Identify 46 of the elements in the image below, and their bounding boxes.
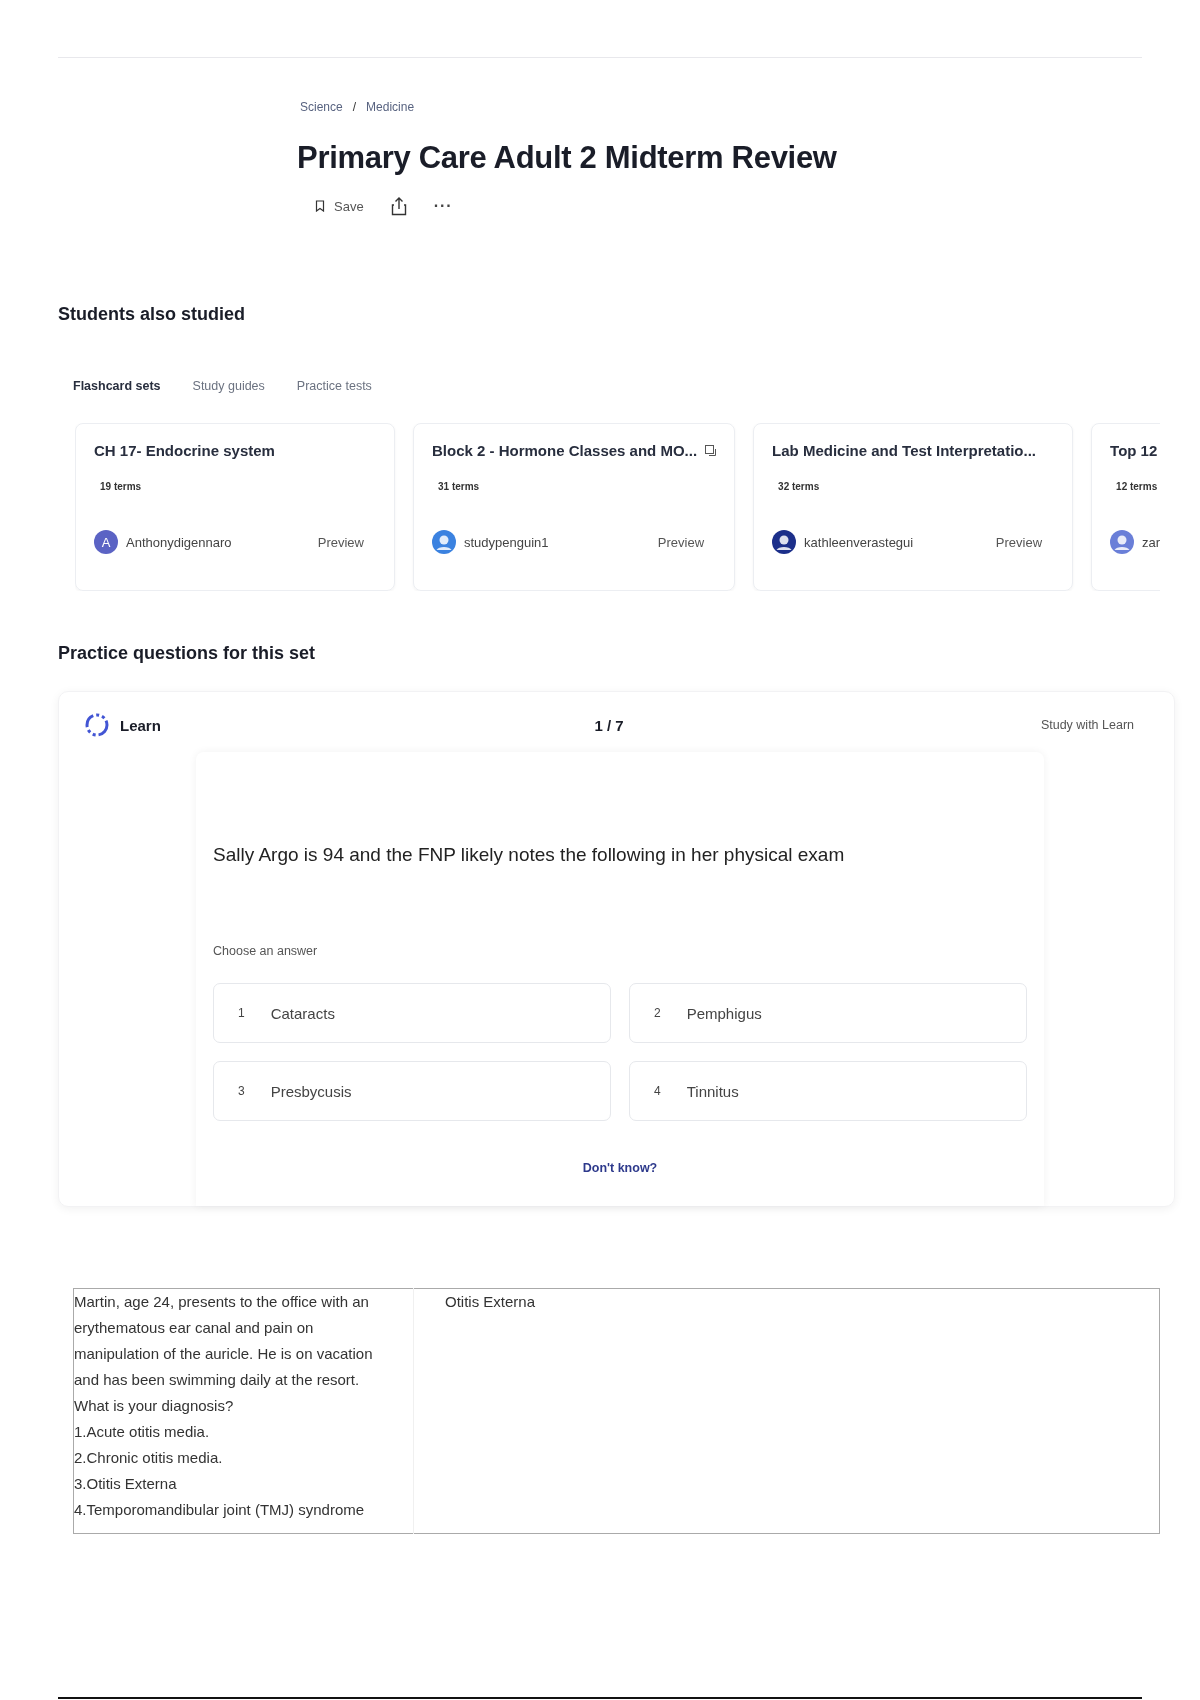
term-count: 31 terms (437, 481, 481, 492)
set-title: Block 2 - Hormone Classes and MO... (432, 442, 698, 459)
author-name[interactable]: kathleenverastegui (804, 534, 988, 550)
breadcrumb-link[interactable]: Medicine (366, 100, 415, 114)
set-title: Lab Medicine and Test Interpretatio... (772, 442, 1036, 459)
share-button[interactable] (389, 196, 408, 216)
author-name[interactable]: Anthonydigennaro (126, 534, 310, 550)
flashcard-set-card[interactable]: CH 17- Endocrine system 19 terms A Anthonydigennaro Preview (75, 423, 395, 591)
section-heading: Students also studied (57, 304, 247, 325)
dont-know-link[interactable]: Don't know? (582, 1161, 658, 1175)
definition-cell: Otitis Externa (413, 1288, 1160, 1534)
answer-option[interactable]: 1 Cataracts (213, 983, 611, 1043)
set-title: Top 12 (1110, 442, 1158, 459)
set-title: CH 17- Endocrine system (94, 442, 275, 459)
term-count: 12 terms (1115, 481, 1159, 492)
term-count: 32 terms (777, 481, 821, 492)
preview-button[interactable]: Preview (317, 534, 364, 550)
page-title: Primary Care Adult 2 Midterm Review (297, 140, 838, 176)
answer-option[interactable]: 4 Tinnitus (629, 1061, 1027, 1121)
term-count: 19 terms (99, 481, 143, 492)
author-name[interactable]: zar (1142, 534, 1160, 550)
flashcard-set-card[interactable]: Lab Medicine and Test Interpretatio... 32 terms kathleenverastegui Preview (753, 423, 1074, 591)
question-text: Sally Argo is 94 and the FNP likely notes the following in her physical exam (213, 844, 846, 866)
bookmark-icon (315, 200, 325, 212)
author-name[interactable]: studypenguin1 (464, 534, 650, 550)
save-button[interactable]: Save (315, 198, 364, 214)
more-button[interactable]: ··· (433, 197, 453, 215)
flashcard-set-card[interactable]: Top 12 12 terms zar (1091, 423, 1160, 591)
progress-counter: 1 / 7 (594, 716, 624, 734)
preview-button[interactable]: Preview (657, 534, 705, 550)
flashcard-set-card[interactable]: Block 2 - Hormone Classes and MO... 31 terms studypenguin1 Preview (413, 423, 736, 591)
answer-option[interactable]: 3 Presbycusis (213, 1061, 611, 1121)
study-link[interactable]: Study with Learn (834, 718, 1134, 732)
learn-icon (84, 712, 110, 738)
section-heading: Practice questions for this set (57, 643, 317, 664)
mode-label: Learn (120, 716, 161, 734)
tab[interactable]: Flashcard sets (73, 379, 161, 393)
answer-option[interactable]: 2 Pemphigus (629, 983, 1027, 1043)
preview-button[interactable]: Preview (995, 534, 1043, 550)
avatar: A (94, 530, 118, 554)
breadcrumb-separator: / (352, 100, 357, 114)
term-cell: Martin, age 24, presents to the office with an erythematous ear canal and pain on manipulation of the auricle. He is on vacation and has been swimming daily at the resort. What is your diagnosis? 1.Acute otitis media. 2.Chronic otitis media. 3.Otitis Externa 4.Temporomandibular joint (TMJ) syndrome (73, 1288, 414, 1534)
answer-prompt: Choose an answer (213, 944, 319, 958)
tab[interactable]: Study guides (192, 379, 265, 393)
breadcrumb-link[interactable]: Science (300, 100, 343, 114)
tab[interactable]: Practice tests (296, 379, 372, 393)
